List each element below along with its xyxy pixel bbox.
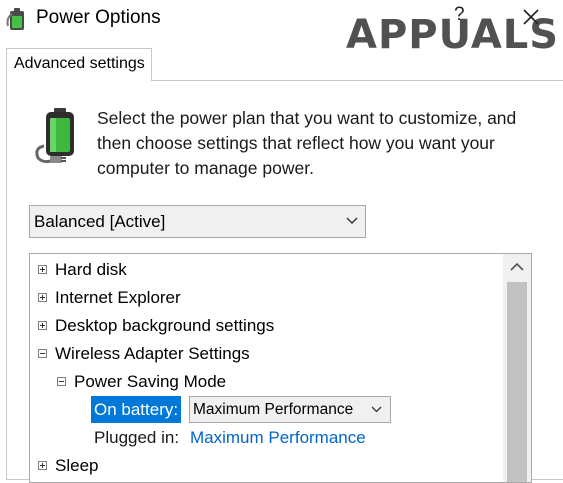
power-options-icon xyxy=(6,8,24,30)
expand-plus-icon[interactable] xyxy=(38,293,47,302)
intro-text: Select the power plan that you want to c… xyxy=(97,108,517,178)
plugged-in-label: Plugged in: xyxy=(94,428,180,447)
watermark-text: APPUALS xyxy=(346,12,560,58)
battery-plug-icon xyxy=(35,108,74,164)
power-plan-value: Balanced [Active] xyxy=(34,212,166,231)
tab-advanced-settings[interactable]: Advanced settings xyxy=(6,48,152,81)
expand-plus-icon[interactable] xyxy=(38,321,47,330)
tree-item-label: Power Saving Mode xyxy=(74,372,227,391)
plugged-in-value-link[interactable]: Maximum Performance xyxy=(190,428,366,448)
tree-item-label: Desktop background settings xyxy=(55,316,275,335)
tree-item-label: Internet Explorer xyxy=(55,288,181,307)
on-battery-value: Maximum Performance xyxy=(193,401,354,418)
settings-tree: Hard disk Internet Explorer Desktop back… xyxy=(29,253,532,483)
collapse-minus-icon[interactable] xyxy=(38,349,47,358)
chevron-down-icon xyxy=(346,217,358,224)
collapse-minus-icon[interactable] xyxy=(57,377,66,386)
chevron-down-icon xyxy=(371,406,382,413)
scroll-thumb[interactable] xyxy=(507,282,527,482)
power-plan-select[interactable]: Balanced [Active] xyxy=(29,205,366,238)
window-title: Power Options xyxy=(36,7,161,28)
scroll-up-icon[interactable] xyxy=(503,254,531,280)
expand-plus-icon[interactable] xyxy=(38,265,47,274)
tree-item-label: Hard disk xyxy=(55,260,127,279)
tree-scrollbar[interactable] xyxy=(503,254,531,482)
tab-label: Advanced settings xyxy=(14,55,145,72)
appuals-watermark: APPUALS xyxy=(346,4,558,64)
tree-item-label: Sleep xyxy=(55,456,99,475)
on-battery-select[interactable]: Maximum Performance xyxy=(189,396,391,423)
on-battery-label[interactable]: On battery: xyxy=(91,396,182,423)
tree-item-label: Wireless Adapter Settings xyxy=(55,344,250,363)
